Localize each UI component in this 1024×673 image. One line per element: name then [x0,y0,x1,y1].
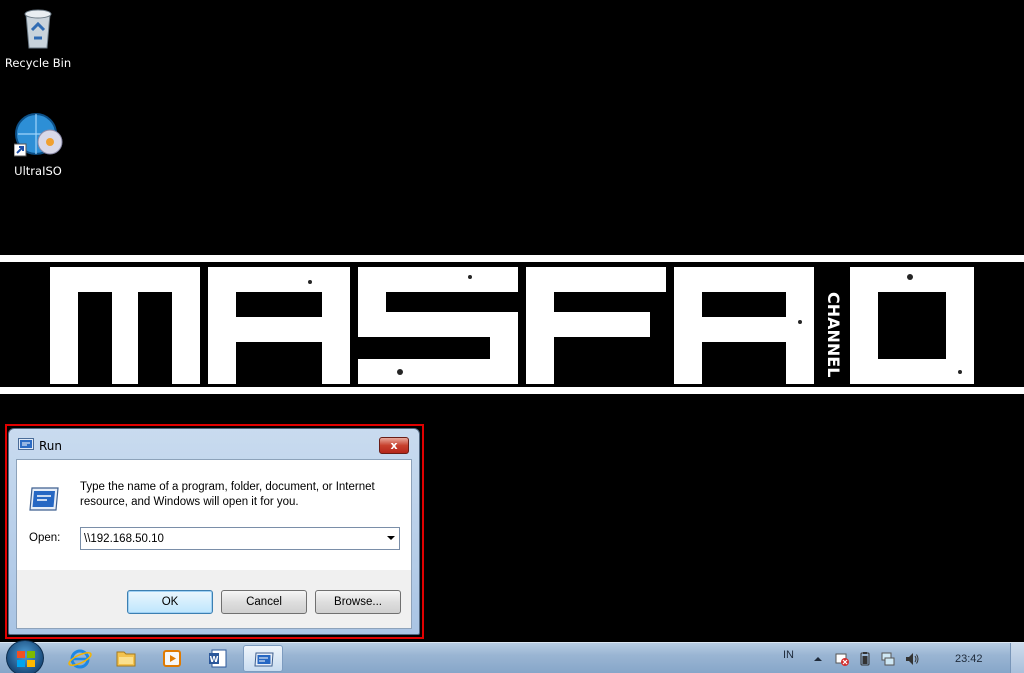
close-icon: x [390,439,398,452]
taskbar-media-player[interactable] [152,645,192,672]
open-input[interactable] [84,530,374,547]
desktop-icon-label: UltraISO [14,164,62,178]
recycle-bin-icon [14,4,62,52]
ok-button[interactable]: OK [127,590,213,614]
masfad-banner: CHANNEL [50,267,974,384]
run-description: Type the name of a program, folder, docu… [80,481,375,508]
run-client-area: Type the name of a program, folder, docu… [16,459,412,629]
windows-explorer-icon [116,651,136,667]
volume-icon[interactable] [905,652,919,666]
open-label: Open: [29,532,61,544]
taskbar: W IN 23:42 [0,640,1024,673]
show-hidden-icons-icon[interactable] [811,652,825,666]
windows-logo-icon [17,651,35,667]
show-desktop-button[interactable] [1010,643,1024,673]
clock[interactable]: 23:42 [955,653,983,665]
taskbar-word[interactable]: W [198,645,238,672]
action-center-icon[interactable] [835,652,849,666]
svg-text:W: W [210,655,219,664]
chevron-down-icon[interactable] [387,536,395,540]
run-icon [18,438,34,450]
desktop-icon-label: Recycle Bin [4,56,72,70]
cancel-button[interactable]: Cancel [221,590,307,614]
banner-subtext: CHANNEL [824,292,843,377]
taskbar-windows-explorer[interactable] [106,645,146,672]
run-dialog[interactable]: Run x Type the name of a program, folder… [8,428,420,635]
run-title: Run [39,439,63,453]
open-combobox[interactable] [80,527,400,550]
run-titlebar[interactable]: Run x [9,429,419,459]
start-button[interactable] [6,640,44,673]
run-icon [254,652,274,667]
language-indicator[interactable]: IN [783,649,794,661]
close-button[interactable]: x [379,437,409,454]
ultraiso-icon [13,112,63,160]
battery-icon[interactable] [858,652,872,666]
run-content-panel [17,460,411,570]
network-icon[interactable] [881,652,895,666]
banner-bottom-line [0,387,1024,394]
media-player-icon [163,650,181,667]
desktop-icon-recycle-bin[interactable]: Recycle Bin [0,4,76,70]
run-program-icon [29,487,59,511]
taskbar-internet-explorer[interactable] [60,645,100,672]
browse-button[interactable]: Browse... [315,590,401,614]
word-icon: W [209,649,227,668]
desktop-icon-ultraiso[interactable]: UltraISO [0,112,76,178]
internet-explorer-icon [68,649,92,669]
taskbar-run[interactable] [243,645,283,672]
banner-top-line [0,255,1024,262]
